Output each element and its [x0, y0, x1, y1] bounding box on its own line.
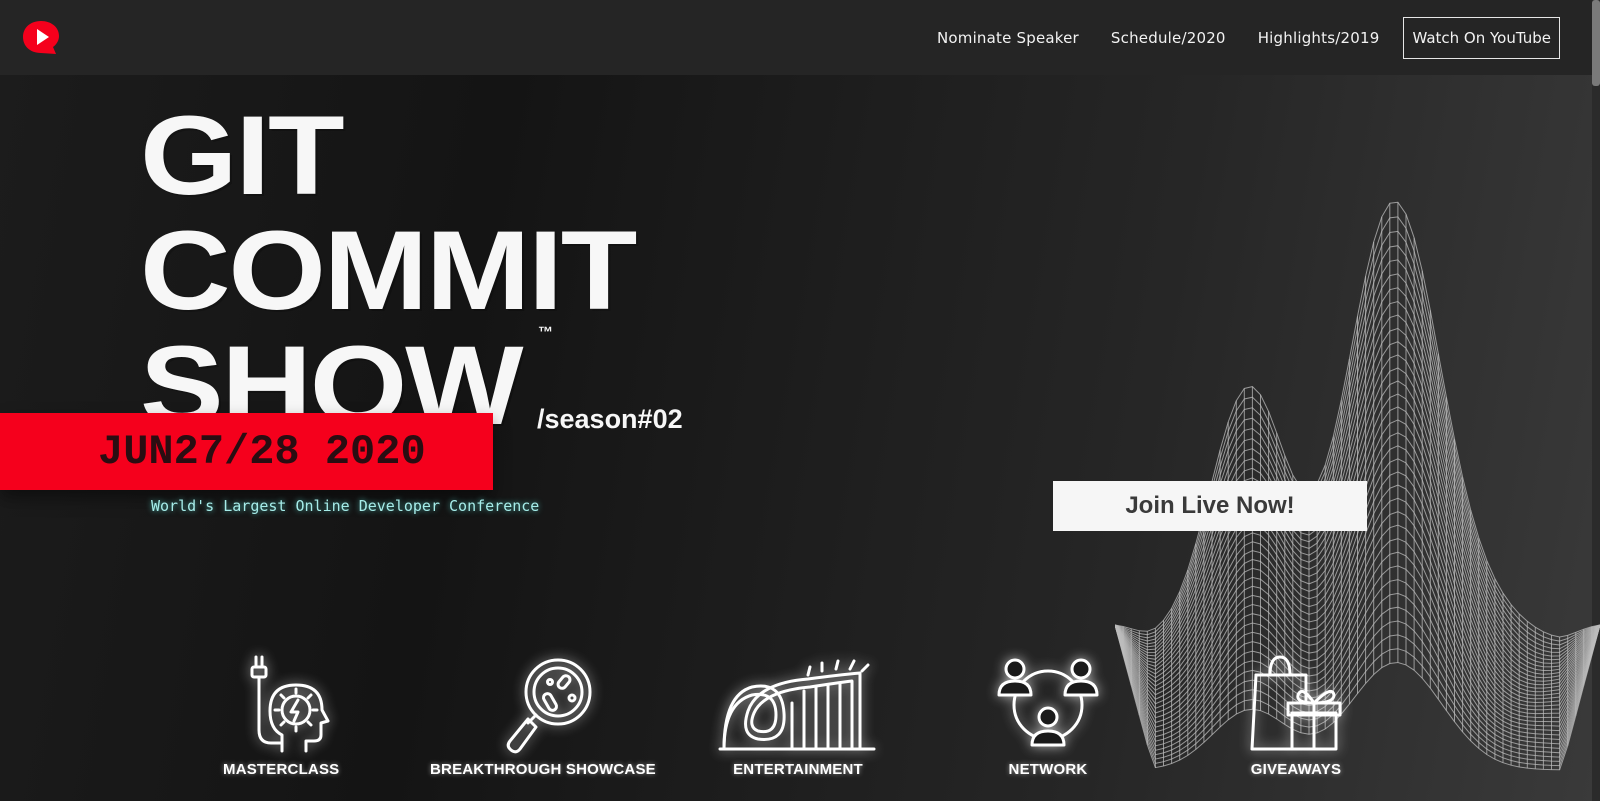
nav-link-schedule[interactable]: Schedule/2020	[1111, 29, 1226, 47]
play-bubble-logo-icon[interactable]	[20, 18, 62, 58]
hero-title-line-2: COMMIT	[140, 208, 637, 333]
nav-links: Nominate Speaker Schedule/2020 Highlight…	[905, 16, 1560, 59]
feature-network[interactable]: NETWORK	[993, 655, 1103, 778]
roller-coaster-icon	[718, 659, 876, 751]
feature-masterclass[interactable]: MASTERCLASS	[223, 655, 339, 778]
brain-plug-icon	[250, 655, 330, 753]
feature-label: ENTERTAINMENT	[733, 761, 863, 778]
feature-entertainment[interactable]: ENTERTAINMENT	[718, 655, 878, 778]
feature-giveaways[interactable]: GIVEAWAYS	[1246, 655, 1346, 778]
feature-label: BREAKTHROUGH SHOWCASE	[430, 761, 656, 778]
watch-on-youtube-button[interactable]: Watch On YouTube	[1403, 16, 1560, 59]
nav-link-nominate-speaker[interactable]: Nominate Speaker	[937, 29, 1079, 47]
trademark-symbol: ™	[538, 324, 553, 341]
hero-subtitle: World's Largest Online Developer Confere…	[151, 497, 540, 515]
nav-link-highlights[interactable]: Highlights/2019	[1258, 29, 1380, 47]
join-live-button[interactable]: Join Live Now!	[1053, 481, 1367, 531]
event-date: JUN27/28 2020	[98, 427, 426, 476]
feature-label: GIVEAWAYS	[1250, 761, 1342, 778]
date-banner: JUN27/28 2020	[0, 413, 493, 490]
magnifier-icon	[506, 658, 592, 754]
top-navbar: Nominate Speaker Schedule/2020 Highlight…	[0, 0, 1600, 75]
network-people-icon	[997, 658, 1099, 747]
feature-label: MASTERCLASS	[223, 761, 340, 778]
hero-title-line-1: GIT	[140, 93, 345, 218]
feature-label: NETWORK	[1008, 761, 1088, 778]
scrollbar-thumb[interactable]	[1592, 0, 1600, 86]
season-label: /season#02	[537, 404, 683, 434]
feature-breakthrough-showcase[interactable]: BREAKTHROUGH SHOWCASE	[430, 655, 656, 778]
gift-bag-icon	[1250, 655, 1342, 751]
